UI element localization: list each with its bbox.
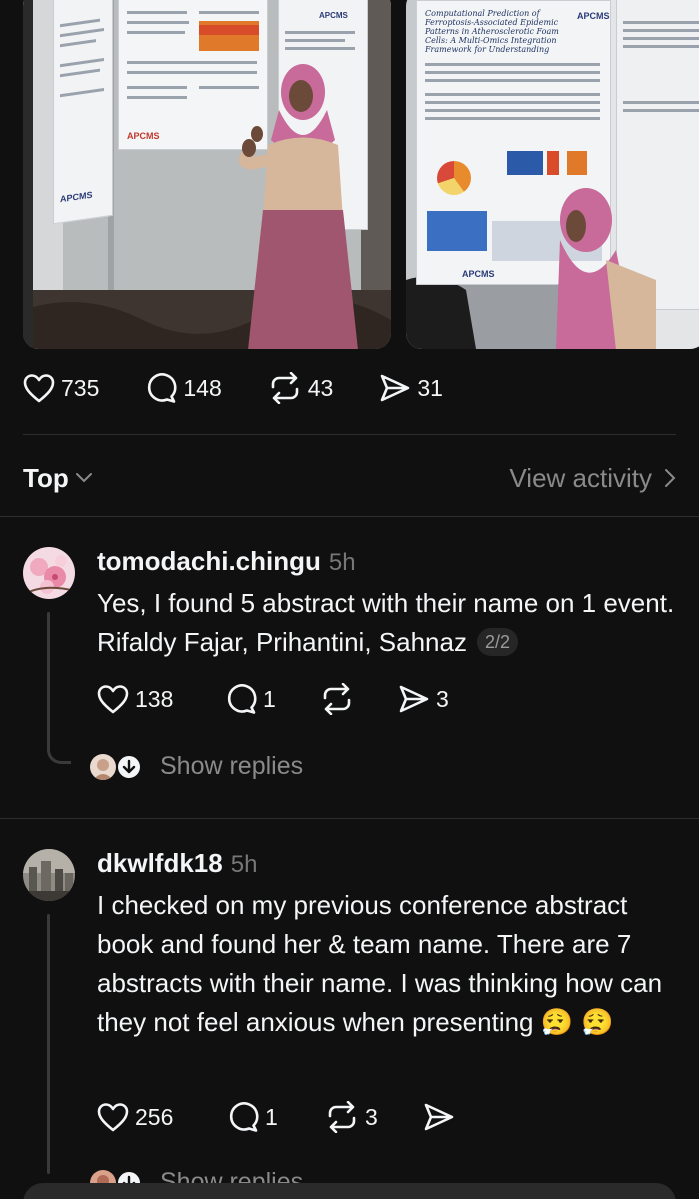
sort-label: Top — [23, 462, 69, 493]
comment-count: 148 — [183, 374, 222, 401]
share-button[interactable]: 3 — [398, 684, 449, 714]
thread-connector — [47, 740, 71, 764]
divider — [23, 434, 676, 435]
reply-composer-bar[interactable] — [23, 1183, 676, 1199]
reply-count: 1 — [263, 685, 276, 712]
comment-action-bar: 138 1 3 — [97, 683, 449, 715]
poster-main-title: Computational Prediction of Ferroptosis-… — [425, 9, 559, 54]
paper-plane-icon — [399, 685, 429, 713]
post-photo-1[interactable]: APCMS APCMS APCMS — [23, 0, 391, 349]
avatar[interactable] — [23, 547, 75, 599]
like-count: 138 — [135, 685, 174, 712]
exhale-face-emoji: 😮‍💨 😮‍💨 — [540, 1008, 614, 1038]
poster-brand-main: APCMS — [577, 11, 610, 21]
reply-button[interactable]: 1 — [227, 1101, 325, 1133]
view-activity-link[interactable]: View activity — [509, 463, 676, 494]
comment-username[interactable]: tomodachi.chingu — [97, 546, 321, 577]
pagination-badge[interactable]: 2/2 — [476, 628, 518, 656]
speech-bubble-icon — [148, 373, 177, 403]
reply-button[interactable]: 148 — [145, 372, 222, 404]
thread-line — [47, 612, 50, 742]
like-count: 735 — [61, 374, 100, 401]
poster-left: APCMS — [53, 0, 113, 225]
heart-icon — [97, 685, 129, 714]
post-action-bar: 735 148 43 31 — [23, 372, 443, 404]
repost-count: 43 — [307, 374, 334, 401]
comment-text: Yes, I found 5 abstract with their name … — [97, 584, 677, 662]
sort-dropdown[interactable]: Top — [23, 463, 93, 494]
paper-plane-icon — [424, 1103, 454, 1131]
reply-avatar — [90, 753, 116, 780]
poster-brand-center: APCMS — [127, 131, 160, 141]
paper-plane-icon — [381, 374, 410, 402]
presenter-figure-2 — [556, 188, 656, 349]
like-count: 256 — [135, 1103, 174, 1130]
share-count: 3 — [436, 685, 449, 712]
like-button[interactable]: 256 — [97, 1102, 227, 1132]
heart-icon — [97, 1103, 129, 1132]
share-button[interactable] — [423, 1102, 461, 1132]
comment-text: I checked on my previous conference abst… — [97, 886, 677, 1043]
share-button[interactable]: 31 — [379, 373, 443, 403]
arrow-down-icon — [116, 753, 142, 780]
post-photo-2[interactable]: Computational Prediction of Ferroptosis-… — [406, 0, 699, 349]
avatar-image-city — [23, 849, 75, 901]
thread-line — [47, 914, 50, 1174]
repost-button[interactable]: 43 — [268, 372, 334, 404]
repost-arrows-icon — [328, 1101, 356, 1133]
post-media-carousel[interactable]: APCMS APCMS APCMS Computational Predicti… — [0, 0, 699, 350]
reply-count: 1 — [265, 1103, 278, 1130]
reply-button[interactable]: 1 — [225, 683, 320, 715]
repost-count: 3 — [365, 1103, 378, 1130]
repost-arrows-icon — [323, 683, 351, 715]
view-activity-label: View activity — [509, 462, 652, 493]
poster-brand-main-bottom: APCMS — [462, 269, 495, 279]
replies-sort-row: Top View activity — [23, 456, 676, 500]
poster-brand-left: APCMS — [60, 189, 93, 205]
avatar[interactable] — [23, 849, 75, 901]
repost-button[interactable] — [320, 683, 398, 715]
chevron-right-icon — [665, 469, 676, 487]
speech-bubble-icon — [229, 1102, 259, 1132]
like-button[interactable]: 735 — [23, 373, 99, 403]
repost-button[interactable]: 3 — [325, 1101, 423, 1133]
divider — [0, 516, 699, 517]
avatar-image-blossoms — [23, 547, 75, 599]
like-button[interactable]: 138 — [97, 684, 225, 714]
divider — [0, 818, 699, 819]
show-replies-label: Show replies — [160, 752, 304, 780]
comment-body: Yes, I found 5 abstract with their name … — [97, 588, 675, 657]
show-replies-button[interactable]: Show replies — [90, 752, 303, 781]
comment-action-bar: 256 1 3 — [97, 1101, 461, 1133]
comment-timestamp: 5h — [328, 549, 356, 576]
share-count: 31 — [417, 374, 443, 401]
comment-timestamp: 5h — [230, 851, 258, 878]
chevron-down-icon — [75, 473, 92, 483]
speech-bubble-icon — [227, 684, 257, 714]
reply-avatar-image — [90, 753, 116, 780]
comment-header: tomodachi.chingu 5h — [97, 546, 356, 577]
poster-brand-right: APCMS — [319, 11, 348, 20]
repost-arrows-icon — [271, 372, 299, 404]
presenter-figure — [238, 64, 358, 349]
comment-header: dkwlfdk18 5h — [97, 848, 257, 879]
comment-username[interactable]: dkwlfdk18 — [97, 848, 223, 879]
heart-icon — [23, 374, 55, 403]
